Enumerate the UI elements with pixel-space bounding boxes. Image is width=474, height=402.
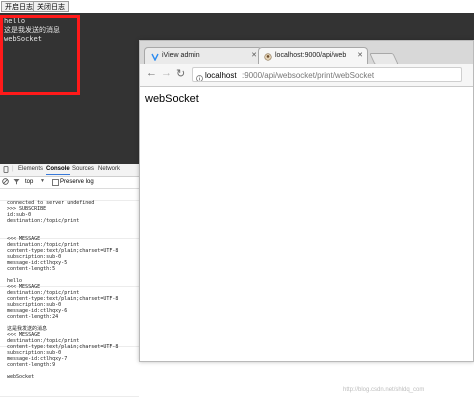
tab-strip: iView admin ✕ localhost:9000/api/web ✕ <box>140 41 473 65</box>
address-bar[interactable]: localhost :9000/api/websocket/print/webSo… <box>192 67 462 82</box>
watermark: http://blog.csdn.net/shldq_com <box>343 387 425 393</box>
browser-tab-title: iView admin <box>162 52 200 59</box>
devtools-panel: | Elements Console Sources Network top ▼… <box>0 164 139 402</box>
device-toggle-icon[interactable] <box>3 166 9 175</box>
iview-favicon-icon <box>151 52 159 64</box>
open-log-button[interactable]: 开启日志 <box>1 1 37 12</box>
browser-tab-title: localhost:9000/api/web <box>275 52 347 59</box>
tab-elements[interactable]: Elements <box>18 166 43 172</box>
url-path: :9000/api/websocket/print/webSocket <box>242 71 375 80</box>
close-log-button[interactable]: 关闭日志 <box>33 1 69 12</box>
devtools-tab-bar: | Elements Console Sources Network <box>0 164 139 177</box>
console-log-line: webSocket <box>7 374 35 380</box>
chevron-down-icon[interactable]: ▼ <box>40 178 45 184</box>
highlight-box <box>0 15 80 95</box>
page-favicon-icon <box>264 52 272 64</box>
browser-tab-localhost[interactable]: localhost:9000/api/web ✕ <box>258 47 368 64</box>
tab-console[interactable]: Console <box>46 166 70 175</box>
close-tab-icon[interactable]: ✕ <box>357 48 363 64</box>
log-divider <box>0 396 139 397</box>
preserve-log-label: Preserve log <box>60 179 94 185</box>
console-toolbar: top ▼ Preserve log <box>0 177 139 189</box>
tab-sources[interactable]: Sources <box>72 166 94 172</box>
preserve-log-checkbox[interactable] <box>52 179 59 186</box>
reload-icon[interactable]: ↻ <box>176 67 185 80</box>
console-log: connected to server undefined >>> SUBSCRI… <box>7 200 118 380</box>
back-icon[interactable]: ← <box>146 67 157 79</box>
clear-console-icon[interactable] <box>2 178 9 187</box>
context-select[interactable]: top <box>25 179 33 185</box>
browser-tab-iview[interactable]: iView admin ✕ <box>144 47 262 64</box>
navigation-bar: ← → ↻ localhost :9000/api/websocket/print… <box>140 64 473 87</box>
close-tab-icon[interactable]: ✕ <box>251 48 257 64</box>
info-icon[interactable] <box>196 72 203 81</box>
page-content-text: webSocket <box>145 93 199 105</box>
filter-icon[interactable] <box>13 178 20 187</box>
url-host: localhost <box>205 71 237 80</box>
tab-network[interactable]: Network <box>98 166 120 172</box>
forward-icon[interactable]: → <box>161 67 172 79</box>
browser-window: iView admin ✕ localhost:9000/api/web ✕ ←… <box>139 40 474 362</box>
app-toolbar: 开启日志 关闭日志 <box>0 0 474 13</box>
divider-icon: | <box>12 166 14 172</box>
